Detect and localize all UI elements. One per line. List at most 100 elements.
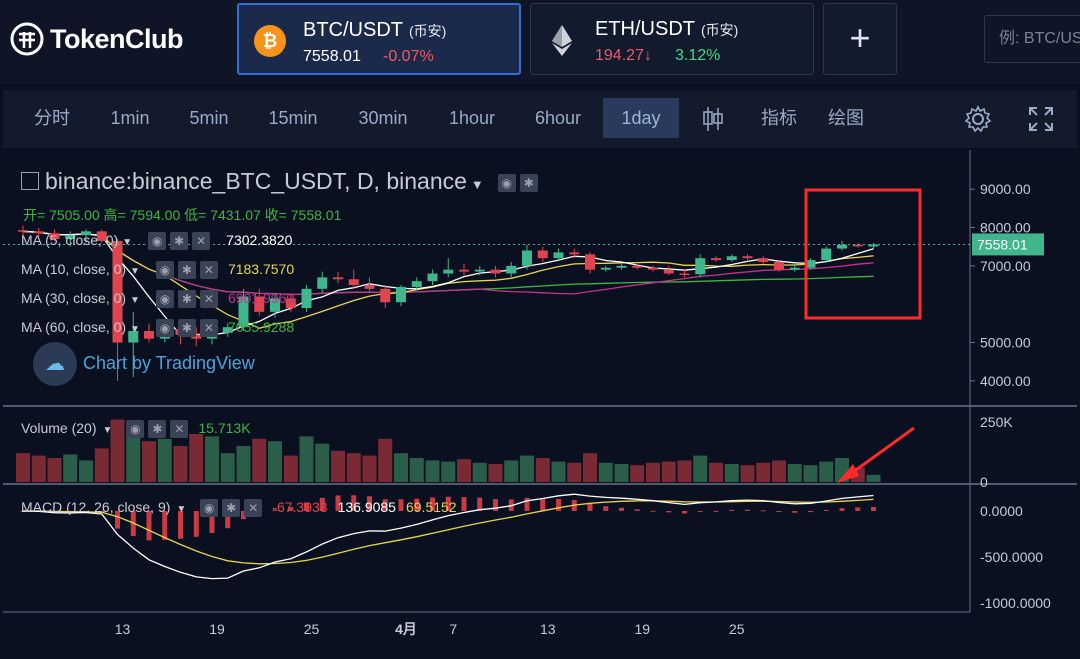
volume-legend[interactable]: Volume (20) ▼ ◉ ✱ ✕ 15.713K: [21, 420, 251, 439]
volume-bar: [331, 450, 345, 482]
volume-bar: [441, 461, 456, 482]
close-icon[interactable]: ✕: [192, 232, 211, 251]
macd-histogram-bar: [729, 509, 735, 511]
settings-button[interactable]: [958, 98, 998, 138]
chevron-down-icon[interactable]: ▼: [471, 177, 484, 192]
macd-histogram-bar: [792, 510, 798, 513]
candle-body: [569, 252, 580, 255]
macd-histogram-bar: [634, 509, 640, 511]
macd-histogram-bar: [855, 507, 861, 511]
pair-tab-eth[interactable]: ETH/USDT (币安) 194.27↓ 3.12%: [530, 3, 814, 75]
brand-logo[interactable]: TokenClub: [10, 22, 184, 56]
tradingview-icon: ☁: [33, 342, 77, 386]
settings-icon[interactable]: ✱: [177, 261, 196, 280]
interval-1day[interactable]: 1day: [603, 98, 679, 138]
brand-name: TokenClub: [50, 23, 184, 54]
candle-body: [632, 265, 643, 268]
volume-bar: [598, 462, 613, 482]
close-icon[interactable]: ✕: [244, 499, 263, 518]
volume-bar: [866, 474, 881, 482]
close-icon[interactable]: ✕: [170, 420, 189, 439]
chevron-down-icon[interactable]: ▼: [102, 425, 112, 436]
eye-icon[interactable]: ◉: [200, 499, 219, 518]
settings-icon[interactable]: ✱: [148, 420, 167, 439]
settings-icon[interactable]: ✱: [519, 173, 538, 192]
macd-histogram-bar: [839, 508, 845, 511]
volume-bar: [756, 462, 771, 482]
ma5-legend[interactable]: MA (5, close, 0) ▼ ◉ ✱ ✕ 7302.3820: [21, 232, 292, 251]
interval-15min[interactable]: 15min: [258, 98, 328, 138]
ma10-legend[interactable]: MA (10, close, 0) ▼ ◉ ✱ ✕ 7183.7570: [21, 261, 294, 280]
time-tick-label: 4月: [395, 621, 417, 637]
add-pair-button[interactable]: +: [823, 3, 897, 75]
volume-bar: [425, 460, 440, 482]
symbol-legend[interactable]: binance:binance_BTC_USDT, D, binance ▼ ◉ ✱: [21, 168, 538, 195]
settings-icon[interactable]: ✱: [170, 232, 189, 251]
volume-bar: [567, 462, 582, 482]
settings-icon[interactable]: ✱: [177, 319, 196, 338]
macd-label: MACD (12, 26, close, 9): [21, 499, 171, 515]
candle-body: [522, 250, 532, 266]
draw-button[interactable]: 绘图: [818, 98, 874, 138]
collapse-icon[interactable]: [21, 171, 39, 190]
close-icon[interactable]: ✕: [199, 261, 218, 280]
candle-body: [474, 269, 485, 272]
ma60-legend[interactable]: MA (60, close, 0) ▼ ◉ ✱ ✕ 7055.9288: [21, 319, 294, 338]
fullscreen-button[interactable]: [1021, 98, 1061, 138]
candle-body: [317, 277, 328, 289]
pair-change: -0.07%: [383, 48, 434, 65]
chevron-down-icon[interactable]: ▼: [130, 266, 140, 277]
interval-30min[interactable]: 30min: [348, 98, 418, 138]
chevron-down-icon[interactable]: ▼: [176, 504, 186, 515]
macd-histogram-bar: [871, 507, 876, 511]
indicators-button[interactable]: 指标: [751, 98, 807, 138]
volume-bar: [693, 455, 708, 482]
settings-icon[interactable]: ✱: [222, 499, 241, 518]
macd-histogram-bar: [556, 498, 561, 511]
macd-histogram-bar: [603, 506, 609, 511]
interval-1hour[interactable]: 1hour: [437, 98, 507, 138]
chevron-down-icon[interactable]: ▼: [130, 295, 140, 306]
ma30-legend[interactable]: MA (30, close, 0) ▼ ◉ ✱ ✕ 6901.9960: [21, 290, 294, 309]
eye-icon[interactable]: ◉: [148, 232, 167, 251]
volume-value: 15.713K: [198, 420, 251, 436]
chevron-down-icon[interactable]: ▼: [130, 324, 140, 335]
candle-body: [585, 254, 595, 270]
price-chart[interactable]: 9000.00 8000.00 7000.00 5000.00 4000.00 250K 0…: [3, 150, 1077, 659]
close-icon[interactable]: ✕: [199, 319, 218, 338]
interval-timeline[interactable]: 分时: [21, 98, 83, 138]
macd-histogram-bar: [823, 509, 829, 511]
interval-1min[interactable]: 1min: [99, 98, 161, 138]
macd-histogram-bar: [745, 509, 750, 511]
candle-body: [774, 262, 784, 270]
candle-body: [443, 269, 454, 274]
settings-icon[interactable]: ✱: [177, 290, 196, 309]
candle-body: [537, 250, 548, 259]
volume-bar: [346, 453, 361, 482]
eye-icon[interactable]: ◉: [497, 173, 516, 192]
eye-icon[interactable]: ◉: [155, 319, 174, 338]
price-tick-label: 5000.00: [980, 335, 1031, 351]
pair-tab-btc[interactable]: ₿ BTC/USDT (币安) 7558.01 -0.07%: [237, 3, 521, 75]
candle-body: [695, 258, 706, 275]
interval-6hour[interactable]: 6hour: [523, 98, 593, 138]
eye-icon[interactable]: ◉: [155, 261, 174, 280]
volume-bar: [220, 453, 235, 482]
candle-body: [364, 285, 375, 289]
chevron-down-icon[interactable]: ▼: [122, 237, 132, 248]
candle-type-button[interactable]: [693, 98, 733, 138]
volume-bar: [646, 462, 660, 482]
eye-icon[interactable]: ◉: [155, 290, 174, 309]
macd-histogram-bar: [650, 510, 656, 512]
interval-5min[interactable]: 5min: [178, 98, 240, 138]
volume-bar: [31, 455, 46, 482]
eye-icon[interactable]: ◉: [126, 420, 145, 439]
macd-histogram-bar: [808, 510, 813, 513]
close-icon[interactable]: ✕: [199, 290, 218, 309]
pair-name: ETH/USDT (币安): [595, 18, 739, 40]
macd-signal-value: 69.5152: [405, 499, 457, 515]
volume-bar: [583, 453, 597, 482]
tradingview-watermark[interactable]: ☁ Chart by TradingView: [33, 342, 255, 386]
macd-legend[interactable]: MACD (12, 26, close, 9) ▼ ◉ ✱ ✕ -67.3933 136.9…: [21, 499, 457, 518]
search-input[interactable]: 例: BTC/US: [984, 15, 1080, 63]
